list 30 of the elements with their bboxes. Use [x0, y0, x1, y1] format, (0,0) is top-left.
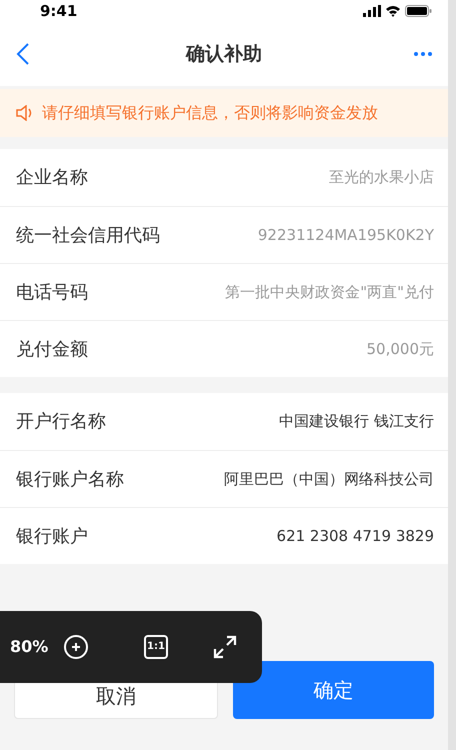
field-label: 电话号码 [16, 280, 88, 304]
field-label: 银行账户名称 [16, 468, 124, 492]
wifi-icon [385, 5, 401, 17]
expand-icon [213, 635, 237, 659]
field-value: 621 2308 4719 3829 [276, 526, 434, 547]
signal-icon [363, 5, 381, 17]
speaker-icon [16, 105, 34, 121]
field-label: 开户行名称 [16, 410, 106, 434]
field-value: 至光的水果小店 [329, 167, 434, 188]
zoom-in-button[interactable] [64, 635, 88, 659]
field-value: 92231124MA195K0K2Y [258, 224, 434, 246]
field-label: 银行账户 [16, 524, 88, 548]
field-value: 第一批中央财政资金"两直"兑付 [225, 282, 434, 303]
confirm-button[interactable]: 确定 [232, 661, 434, 719]
battery-icon [405, 5, 432, 17]
field-label: 企业名称 [16, 166, 88, 190]
actual-size-button[interactable]: 1:1 [144, 635, 168, 659]
notice-text: 请仔细填写银行账户信息，否则将影响资金发放 [42, 102, 378, 124]
field-value: 阿里巴巴（中国）网络科技公司 [224, 468, 434, 490]
back-icon [16, 42, 30, 66]
zoom-level: 80% [10, 636, 50, 658]
more-icon [414, 52, 432, 56]
page-title: 确认补助 [186, 42, 262, 67]
field-label: 统一社会信用代码 [16, 224, 160, 248]
field-label: 兑付金额 [16, 338, 88, 362]
fullscreen-button[interactable] [212, 634, 238, 660]
status-time: 9:41 [40, 0, 78, 22]
plus-icon [71, 642, 81, 652]
field-value: 50,000元 [366, 338, 434, 360]
field-value: 中国建设银行 钱江支行 [279, 411, 434, 432]
